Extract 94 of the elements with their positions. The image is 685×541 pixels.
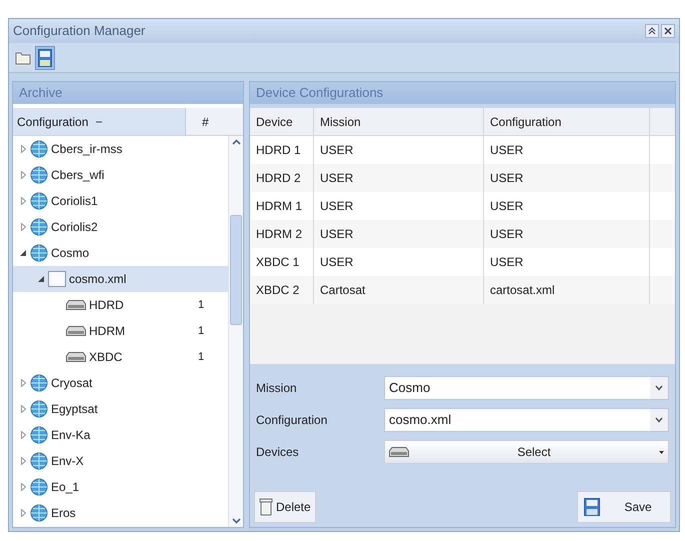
globe-icon (30, 426, 48, 444)
tree-item[interactable]: HDRD 1 (13, 292, 228, 318)
field-label: Mission (256, 380, 298, 397)
collapsed-triangle-icon[interactable] (20, 223, 26, 231)
tree-item-label: Coriolis2 (51, 219, 99, 236)
tree-item[interactable]: Env-Ka (13, 422, 228, 448)
tree-item-label: Env-X (51, 453, 85, 470)
collapsed-triangle-icon[interactable] (20, 145, 26, 153)
dropdown-field[interactable]: Cosmo (384, 376, 669, 400)
tree-item-label: Coriolis1 (51, 193, 99, 210)
table-cell: XBDC 2 (250, 276, 314, 304)
save-toolbar-button[interactable] (35, 46, 55, 70)
count-text: 1 (198, 350, 206, 365)
globe-icon (30, 452, 48, 470)
tree-item-label: XBDC (89, 349, 124, 366)
tree-item[interactable]: HDRM 1 (13, 318, 228, 344)
tree-item-label: cosmo.xml (69, 271, 128, 288)
chevron-up-icon (232, 139, 240, 145)
tree-item[interactable]: Cosmo (13, 240, 228, 266)
tree-item-label: Cryosat (51, 375, 94, 392)
column-header[interactable]: Configuration (484, 108, 650, 135)
tree-item-label: HDRD (89, 297, 125, 314)
drive-icon (66, 326, 86, 336)
scrollbar[interactable] (228, 136, 243, 527)
tree-item[interactable]: Env-X (13, 448, 228, 474)
collapsed-triangle-icon[interactable] (20, 457, 26, 465)
collapse-button[interactable] (645, 24, 659, 38)
collapsed-triangle-icon[interactable] (20, 509, 26, 517)
count-text: 1 (198, 298, 206, 313)
table-cell: cartosat.xml (484, 276, 650, 304)
tree-item[interactable]: Eros (13, 500, 228, 526)
scrollbar-thumb[interactable] (230, 215, 242, 325)
tree-item[interactable]: cosmo.xml (13, 266, 228, 292)
column-header[interactable]: Mission (314, 108, 484, 135)
trash-can-icon (259, 498, 273, 516)
field-label: Devices (256, 444, 300, 461)
field-label: Configuration (256, 412, 328, 429)
globe-icon (30, 504, 48, 522)
close-button[interactable] (661, 24, 675, 38)
collapsed-triangle-icon[interactable] (20, 405, 26, 413)
globe-icon (30, 140, 48, 158)
chevron-down-icon (232, 518, 240, 524)
expanded-triangle-icon[interactable] (38, 276, 44, 282)
close-icon (664, 27, 672, 35)
tree-item-label: Cbers_ir-mss (51, 141, 124, 158)
tree-item[interactable]: Coriolis1 (13, 188, 228, 214)
globe-icon (30, 218, 48, 236)
drive-icon (66, 352, 86, 362)
globe-icon (30, 244, 48, 262)
globe-icon (30, 478, 48, 496)
collapsed-triangle-icon[interactable] (20, 197, 26, 205)
panel-title: Archive (19, 84, 62, 102)
tree-item-label: Eros (51, 505, 77, 522)
tree-item[interactable]: Coriolis2 (13, 214, 228, 240)
chevron-up-icon (648, 27, 656, 35)
column-header[interactable]: Configuration (13, 108, 186, 135)
delete-button[interactable]: Delete (254, 491, 316, 523)
tree-item-label: Cosmo (51, 245, 90, 262)
globe-icon (30, 192, 48, 210)
tree-item[interactable]: XBDC 1 (13, 344, 228, 370)
document-icon (48, 271, 66, 287)
tree-item-label: Egyptsat (51, 401, 99, 418)
chevron-down-icon (655, 385, 663, 391)
globe-icon (30, 400, 48, 418)
table-cell: Cartosat (314, 276, 484, 304)
tree-item[interactable]: Cbers_wfi (13, 162, 228, 188)
tree-item-label: HDRM (89, 323, 126, 340)
device-select-button[interactable]: Select (384, 440, 669, 464)
folder-icon (15, 50, 31, 64)
collapsed-triangle-icon[interactable] (20, 171, 26, 179)
drive-icon (389, 447, 409, 457)
tree-item-label: Cbers_wfi (51, 167, 106, 184)
tree-item-label: Env-Ka (51, 427, 92, 444)
window-title: Configuration Manager (13, 22, 146, 40)
expanded-triangle-icon[interactable] (20, 250, 26, 256)
collapsed-triangle-icon[interactable] (20, 483, 26, 491)
tree-item-label: Eo_1 (51, 479, 80, 496)
globe-icon (30, 166, 48, 184)
tree-item[interactable]: Egyptsat (13, 396, 228, 422)
tree-item[interactable]: Cryosat (13, 370, 228, 396)
save-button[interactable]: Save (577, 491, 671, 523)
collapsed-triangle-icon[interactable] (20, 379, 26, 387)
panel-title: Device Configurations (256, 84, 384, 102)
globe-icon (30, 374, 48, 392)
tree-item[interactable]: Eo_1 (13, 474, 228, 500)
chevron-down-icon (655, 417, 663, 423)
column-header[interactable]: # (186, 108, 243, 135)
drive-icon (66, 300, 86, 310)
count-text: 1 (198, 324, 206, 339)
caret-icon (659, 450, 664, 454)
column-header[interactable]: Device (250, 108, 314, 135)
dropdown-field[interactable]: cosmo.xml (384, 408, 669, 432)
collapsed-triangle-icon[interactable] (20, 431, 26, 439)
tree-item[interactable]: Cbers_ir-mss (13, 136, 228, 162)
